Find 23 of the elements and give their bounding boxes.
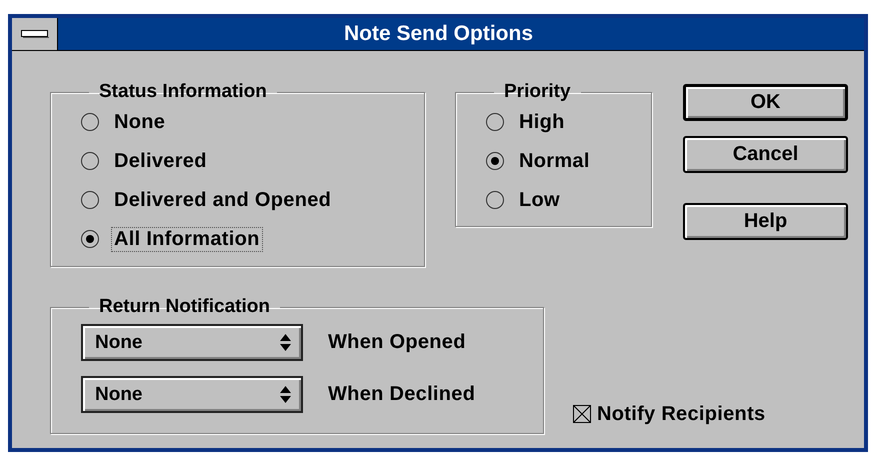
- window-title: Note Send Options: [343, 21, 534, 47]
- group-title: Priority: [503, 81, 572, 103]
- push-button[interactable]: OK: [683, 84, 848, 121]
- push-button[interactable]: Help: [683, 203, 848, 240]
- menu-bar-icon: [20, 30, 48, 38]
- push-button[interactable]: Cancel: [683, 136, 848, 173]
- checkbox-icon: [573, 405, 591, 423]
- group-title: Status Information: [98, 81, 268, 103]
- radio-button[interactable]: None: [81, 107, 168, 137]
- radio-button[interactable]: Normal: [486, 146, 593, 176]
- dropdown[interactable]: None: [81, 324, 303, 361]
- dropdown[interactable]: None: [81, 376, 303, 413]
- radio-button[interactable]: Delivered: [81, 146, 210, 176]
- up-down-arrow-icon: [280, 386, 291, 403]
- system-menu-button[interactable]: [12, 18, 58, 50]
- checkbox[interactable]: Notify Recipients: [573, 402, 766, 426]
- up-down-arrow-icon: [280, 334, 291, 351]
- dropdown-label: When Declined: [328, 383, 476, 406]
- radio-button[interactable]: Low: [486, 185, 563, 215]
- radio-button[interactable]: Delivered and Opened: [81, 185, 334, 215]
- group-title: Return Notification: [98, 296, 271, 318]
- radio-button[interactable]: High: [486, 107, 568, 137]
- dropdown-label: When Opened: [328, 331, 466, 354]
